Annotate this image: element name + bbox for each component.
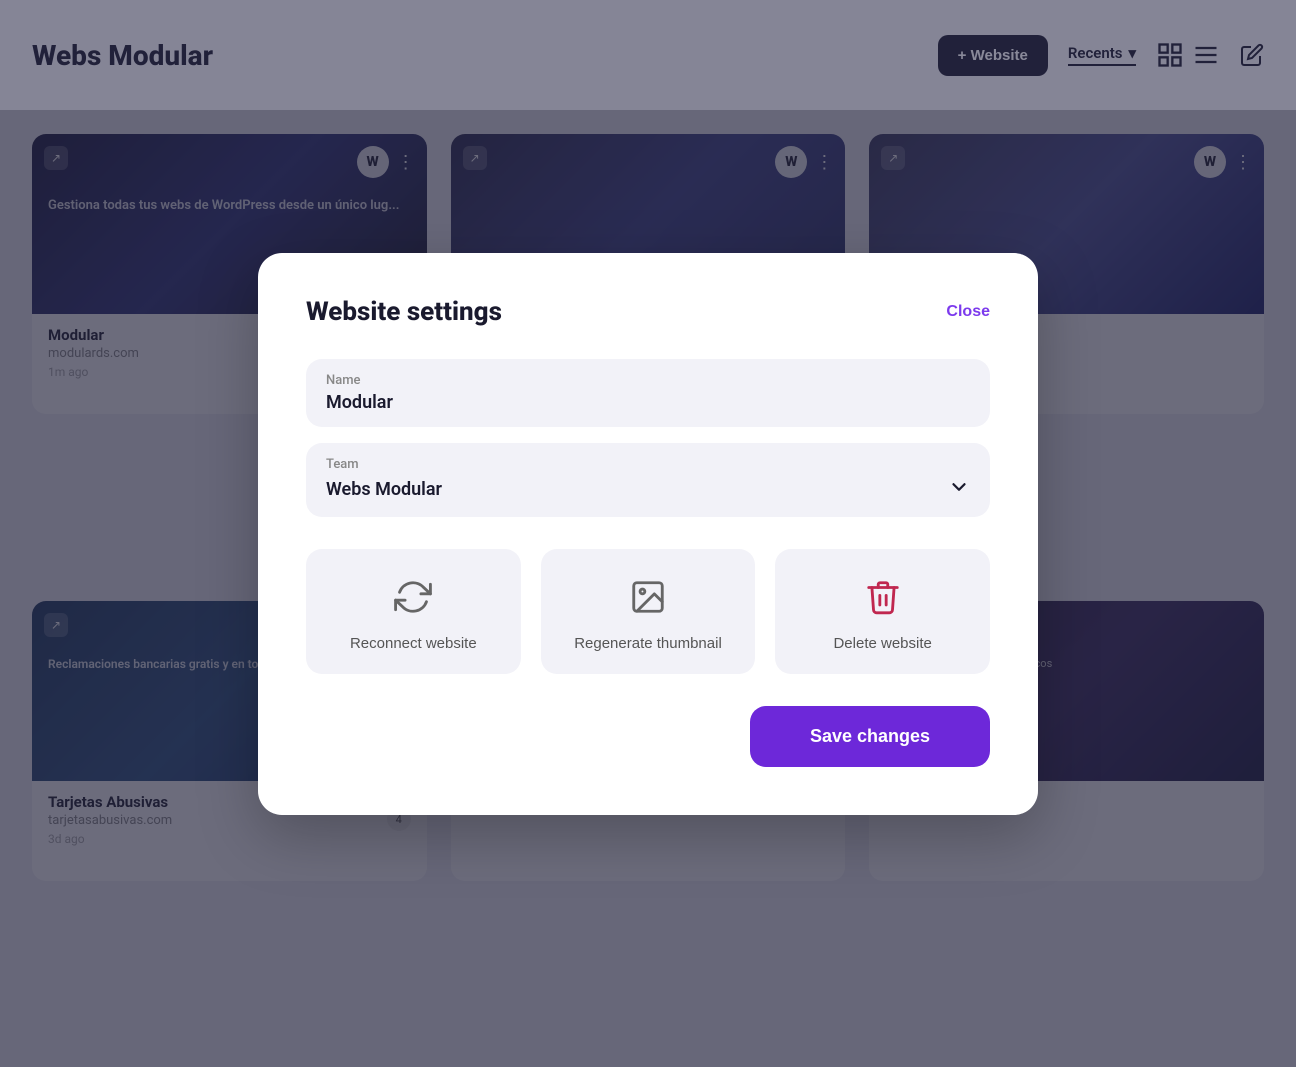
name-value: Modular <box>326 392 970 413</box>
reconnect-website-button[interactable]: Reconnect website <box>306 549 521 674</box>
reconnect-icon <box>393 577 433 617</box>
save-section: Save changes <box>306 706 990 767</box>
action-buttons-group: Reconnect website Regenerate thumbnail <box>306 549 990 674</box>
reconnect-label: Reconnect website <box>350 633 477 654</box>
modal-title: Website settings <box>306 297 502 327</box>
team-value: Webs Modular <box>326 479 442 500</box>
delete-website-button[interactable]: Delete website <box>775 549 990 674</box>
chevron-down-icon <box>948 476 970 503</box>
team-row: Webs Modular <box>326 476 970 503</box>
name-label: Name <box>326 373 970 388</box>
team-label: Team <box>326 457 970 472</box>
delete-icon <box>863 577 903 617</box>
name-field[interactable]: Name Modular <box>306 359 990 427</box>
delete-label: Delete website <box>833 633 931 654</box>
modal-header: Website settings Close <box>306 297 990 327</box>
regenerate-label: Regenerate thumbnail <box>574 633 722 654</box>
close-button[interactable]: Close <box>946 303 990 321</box>
regenerate-thumbnail-button[interactable]: Regenerate thumbnail <box>541 549 756 674</box>
team-field[interactable]: Team Webs Modular <box>306 443 990 517</box>
regenerate-icon <box>628 577 668 617</box>
website-settings-modal: Website settings Close Name Modular Team… <box>258 253 1038 815</box>
save-changes-button[interactable]: Save changes <box>750 706 990 767</box>
